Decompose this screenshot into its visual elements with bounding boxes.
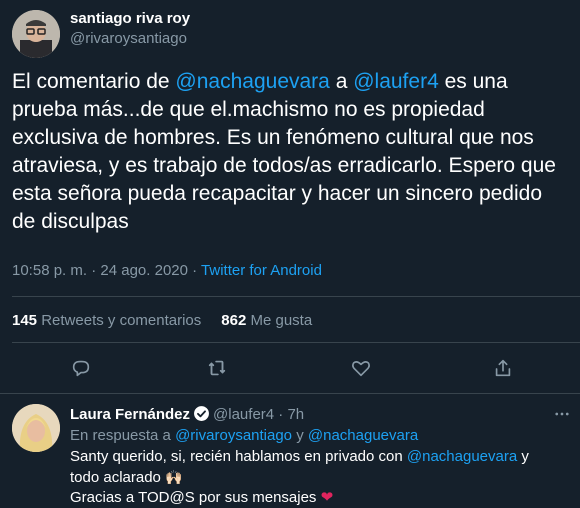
mention-link[interactable]: @nachaguevara <box>407 448 517 465</box>
mention-link[interactable]: @laufer4 <box>353 70 439 93</box>
reply-text-part: Santy querido, si, recién hablamos en pr… <box>70 448 407 465</box>
likes-count: 862 <box>221 312 247 329</box>
reply-icon[interactable] <box>70 357 96 383</box>
like-icon[interactable] <box>350 357 376 383</box>
reply-text-part: Gracias a TOD@S por sus mensajes <box>70 489 321 506</box>
tweet-text-part: El comentario de <box>12 70 176 93</box>
reply-header: Laura Fernández @laufer4 · 7h <box>70 405 304 423</box>
author-name[interactable]: santiago riva roy <box>70 10 190 27</box>
reply-author-name[interactable]: Laura Fernández <box>70 406 190 423</box>
reply-text: Santy querido, si, recién hablamos en pr… <box>70 447 560 508</box>
reply-avatar-image <box>12 404 60 452</box>
mention-link[interactable]: @nachaguevara <box>308 427 418 444</box>
retweets-count: 145 <box>12 312 38 329</box>
tweet-time[interactable]: 10:58 p. m. <box>12 262 87 279</box>
reply-and: y <box>292 427 308 444</box>
divider <box>12 296 580 297</box>
tweet-text-part: es una prueba más...de que el.machismo n… <box>12 70 556 233</box>
mention-link[interactable]: @nachaguevara <box>175 70 329 93</box>
reply-author-handle[interactable]: @laufer4 <box>213 406 274 423</box>
mention-link[interactable]: @rivaroysantiago <box>175 427 292 444</box>
raised-hands-emoji: 🙌🏻 <box>165 469 183 485</box>
retweets-stat[interactable]: 145 Retweets y comentarios <box>12 312 201 329</box>
reply-context: En respuesta a @rivaroysantiago y @nacha… <box>70 427 418 444</box>
share-icon[interactable] <box>492 357 518 383</box>
retweets-label: Retweets y comentarios <box>41 312 202 329</box>
author-handle[interactable]: @rivaroysantiago <box>70 30 187 47</box>
meta-separator: · <box>274 406 288 423</box>
likes-label: Me gusta <box>250 312 313 329</box>
tweet-actions <box>0 357 580 383</box>
heart-emoji: ❤ <box>320 489 334 506</box>
likes-stat[interactable]: 862 Me gusta <box>221 312 312 329</box>
retweet-icon[interactable] <box>206 357 232 383</box>
reply-prefix: En respuesta a <box>70 427 176 444</box>
verified-badge-icon <box>194 406 209 421</box>
reply-author-avatar[interactable] <box>12 404 60 452</box>
author-avatar[interactable] <box>12 10 60 58</box>
reply-time[interactable]: 7h <box>287 406 304 423</box>
author-avatar-image <box>12 10 60 58</box>
tweet-text: El comentario de @nachaguevara a @laufer… <box>12 68 568 236</box>
tweet-meta: 10:58 p. m. · 24 ago. 2020 · Twitter for… <box>12 262 322 279</box>
tweet-text-part: a <box>329 70 354 93</box>
meta-separator: · <box>187 262 202 279</box>
divider <box>0 393 580 394</box>
meta-separator: · <box>87 262 101 279</box>
tweet-source[interactable]: Twitter for Android <box>201 262 322 279</box>
more-options-icon[interactable] <box>553 405 571 428</box>
tweet-date[interactable]: 24 ago. 2020 <box>100 262 188 279</box>
divider <box>12 342 580 343</box>
tweet-stats: 145 Retweets y comentarios 862 Me gusta <box>12 312 312 329</box>
